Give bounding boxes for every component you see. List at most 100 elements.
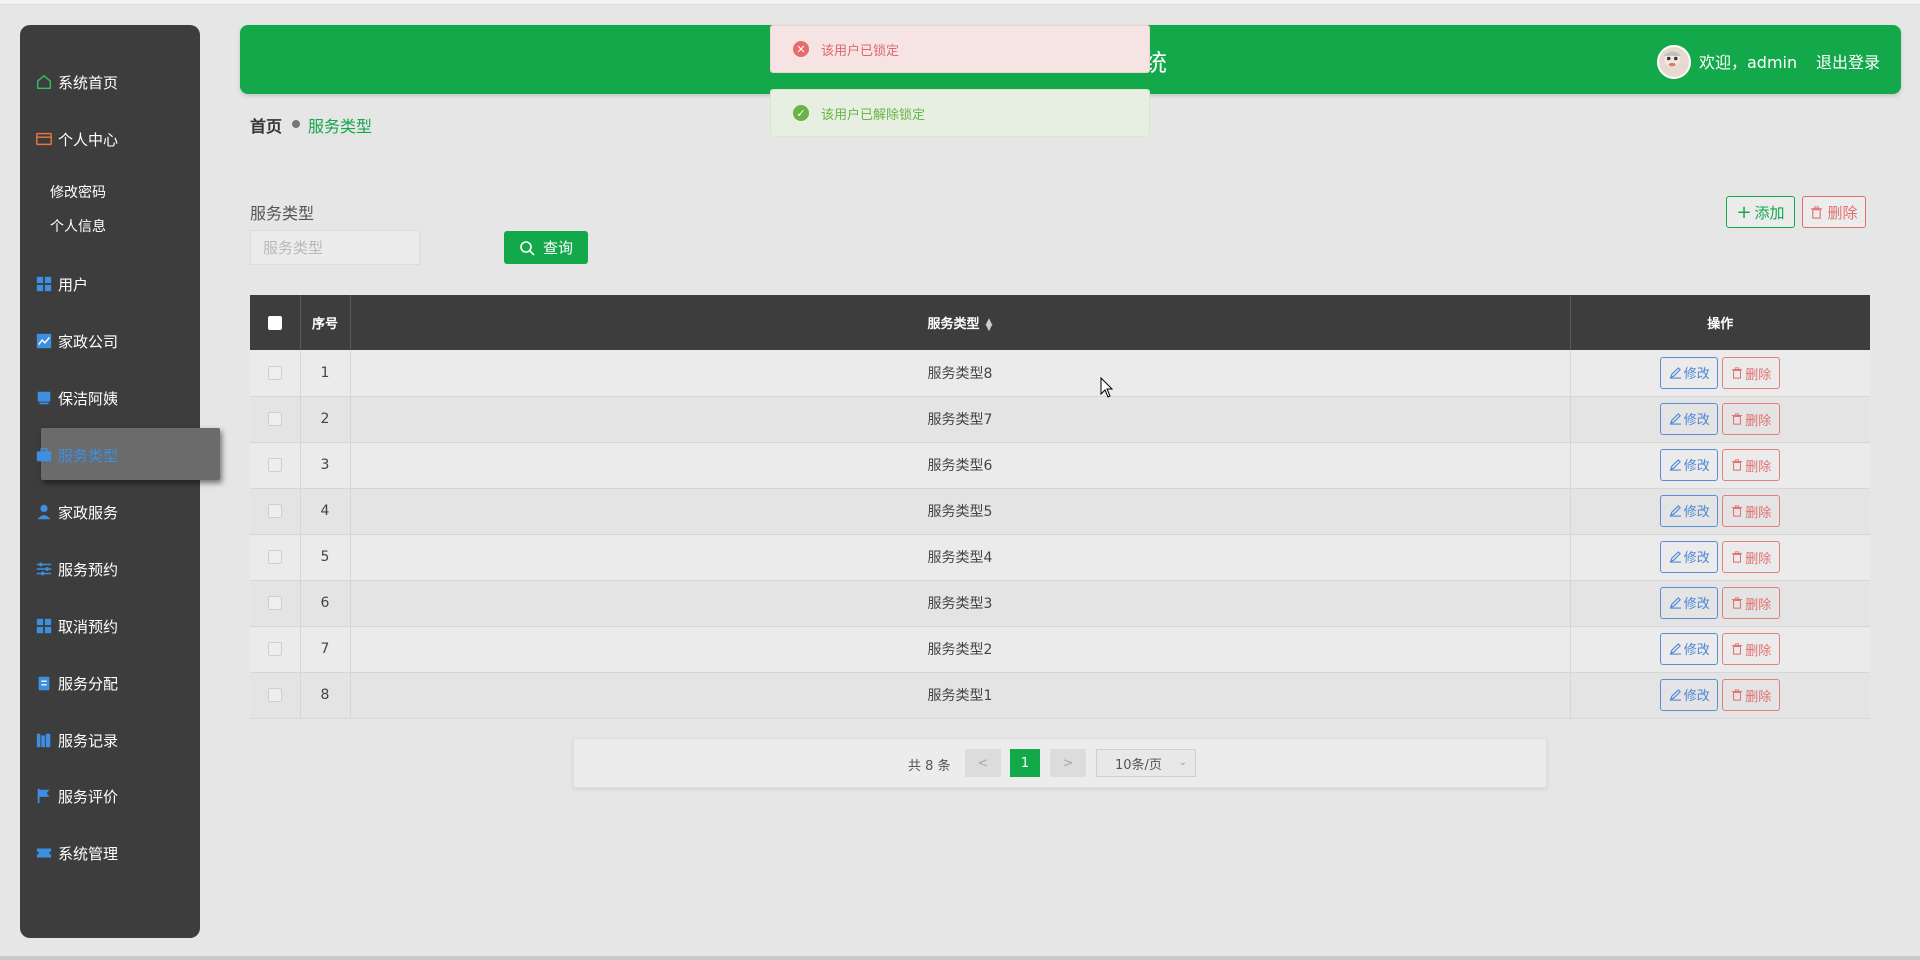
row-select-cell (250, 672, 301, 719)
page-number-button[interactable]: 1 (1010, 749, 1040, 777)
sidebar-item-home[interactable]: 系统首页 (34, 65, 118, 99)
delete-button[interactable]: 删除 (1722, 679, 1781, 712)
sidebar-item-cleaner[interactable]: 保洁阿姨 (34, 381, 118, 415)
edit-button[interactable]: 修改 (1660, 356, 1719, 389)
ticket-icon (34, 843, 54, 863)
bulk-delete-button[interactable]: 删除 (1802, 196, 1866, 228)
edit-icon (1669, 459, 1681, 471)
row-checkbox[interactable] (267, 688, 282, 702)
prev-page-button[interactable]: < (965, 749, 1001, 777)
page-size-select[interactable]: 10条/页 ⌄ (1096, 749, 1196, 777)
row-checkbox[interactable] (267, 458, 282, 472)
sort-icon[interactable]: ▲ ▼ (986, 317, 993, 332)
search-input[interactable] (250, 230, 420, 265)
sidebar-item-cancel-booking[interactable]: 取消预约 (34, 609, 118, 643)
row-checkbox[interactable] (267, 642, 282, 656)
sidebar-item-label: 服务预约 (58, 560, 119, 579)
delete-label: 删除 (1745, 367, 1772, 383)
next-page-button[interactable]: > (1050, 749, 1086, 777)
row-checkbox[interactable] (267, 504, 282, 518)
row-actions: 修改 删除 (1570, 626, 1870, 673)
error-circle-icon: ✕ (793, 41, 809, 57)
sidebar-item-records[interactable]: 服务记录 (34, 723, 118, 757)
row-checkbox[interactable] (267, 365, 282, 380)
delete-label: 删除 (1745, 459, 1772, 475)
breadcrumb-separator (292, 120, 300, 128)
books-icon (34, 730, 54, 750)
sidebar-item-label: 家政公司 (58, 332, 119, 351)
logout-link[interactable]: 退出登录 (1816, 49, 1880, 73)
sidebar-subitem-personal-info[interactable]: 个人信息 (50, 216, 106, 236)
delete-button[interactable]: 删除 (1722, 495, 1781, 528)
row-service-type: 服务类型8 (350, 350, 1571, 397)
edit-button[interactable]: 修改 (1660, 448, 1719, 481)
delete-label: 删除 (1745, 689, 1772, 705)
edit-button[interactable]: 修改 (1660, 540, 1719, 573)
breadcrumb-home[interactable]: 首页 (250, 113, 282, 137)
table-row: 6 服务类型3 修改 删除 (250, 580, 1870, 627)
edit-icon (1669, 597, 1681, 609)
row-service-type: 服务类型7 (350, 396, 1571, 443)
edit-button[interactable]: 修改 (1660, 402, 1719, 435)
query-button[interactable]: 查询 (504, 231, 588, 264)
row-index: 1 (300, 350, 351, 397)
edit-button[interactable]: 修改 (1660, 678, 1719, 711)
trash-icon (1732, 551, 1743, 563)
sidebar-item-label: 家政服务 (58, 503, 119, 522)
edit-label: 修改 (1683, 597, 1710, 613)
edit-icon (1669, 367, 1681, 379)
delete-button[interactable]: 删除 (1722, 541, 1781, 574)
sidebar-item-label: 用户 (58, 275, 89, 294)
row-actions: 修改 删除 (1570, 442, 1870, 489)
delete-button[interactable]: 删除 (1722, 633, 1781, 666)
row-checkbox[interactable] (267, 596, 282, 610)
sidebar-item-booking[interactable]: 服务预约 (34, 552, 118, 586)
table-row: 1 服务类型8 修改 删除 (250, 350, 1870, 397)
wallet-icon (34, 129, 54, 149)
sidebar-item-system[interactable]: 系统管理 (34, 836, 118, 870)
edit-label: 修改 (1683, 551, 1710, 567)
trash-icon (1732, 459, 1743, 471)
success-toast: ✓ 该用户已解除锁定 (770, 89, 1150, 137)
sidebar-item-company[interactable]: 家政公司 (34, 324, 118, 358)
sidebar-item-label: 保洁阿姨 (58, 389, 119, 408)
avatar[interactable] (1657, 45, 1691, 79)
table-row: 2 服务类型7 修改 删除 (250, 396, 1870, 443)
sidebar-item-reviews[interactable]: 服务评价 (34, 779, 118, 813)
column-header-ops: 操作 (1570, 295, 1870, 350)
edit-label: 修改 (1683, 505, 1710, 521)
sidebar-item-label: 系统首页 (58, 73, 119, 92)
edit-icon (1669, 551, 1681, 563)
sidebar-item-users[interactable]: 用户 (34, 267, 88, 301)
row-service-type: 服务类型4 (350, 534, 1571, 581)
delete-button[interactable]: 删除 (1722, 403, 1781, 436)
table-row: 3 服务类型6 修改 删除 (250, 442, 1870, 489)
check-circle-icon: ✓ (793, 105, 809, 121)
plus-icon: + (1736, 201, 1752, 223)
row-actions: 修改 删除 (1570, 350, 1870, 397)
sidebar-subitem-change-password[interactable]: 修改密码 (50, 182, 106, 202)
select-all-checkbox[interactable] (267, 315, 282, 330)
row-service-type: 服务类型1 (350, 672, 1571, 719)
sidebar-item-assignment[interactable]: 服务分配 (34, 666, 118, 700)
grid-icon (34, 616, 54, 636)
delete-label: 删除 (1745, 505, 1772, 521)
sidebar-item-personal-center[interactable]: 个人中心 (34, 122, 118, 156)
chevron-down-icon: ⌄ (1178, 757, 1187, 768)
row-checkbox[interactable] (267, 550, 282, 564)
edit-button[interactable]: 修改 (1660, 632, 1719, 665)
row-checkbox[interactable] (267, 412, 282, 426)
edit-label: 修改 (1683, 367, 1710, 382)
sidebar-item-service-type[interactable]: 服务类型 (34, 438, 118, 472)
edit-label: 修改 (1683, 689, 1710, 705)
sidebar-item-home-service[interactable]: 家政服务 (34, 495, 118, 529)
delete-button[interactable]: 删除 (1722, 357, 1781, 389)
edit-button[interactable]: 修改 (1660, 494, 1719, 527)
edit-button[interactable]: 修改 (1660, 586, 1719, 619)
delete-button[interactable]: 删除 (1722, 587, 1781, 620)
add-button[interactable]: + 添加 (1726, 196, 1795, 228)
delete-button[interactable]: 删除 (1722, 449, 1781, 482)
column-header-type[interactable]: 服务类型 ▲ ▼ (350, 295, 1571, 350)
row-index: 3 (300, 442, 351, 489)
home-icon (34, 72, 54, 92)
